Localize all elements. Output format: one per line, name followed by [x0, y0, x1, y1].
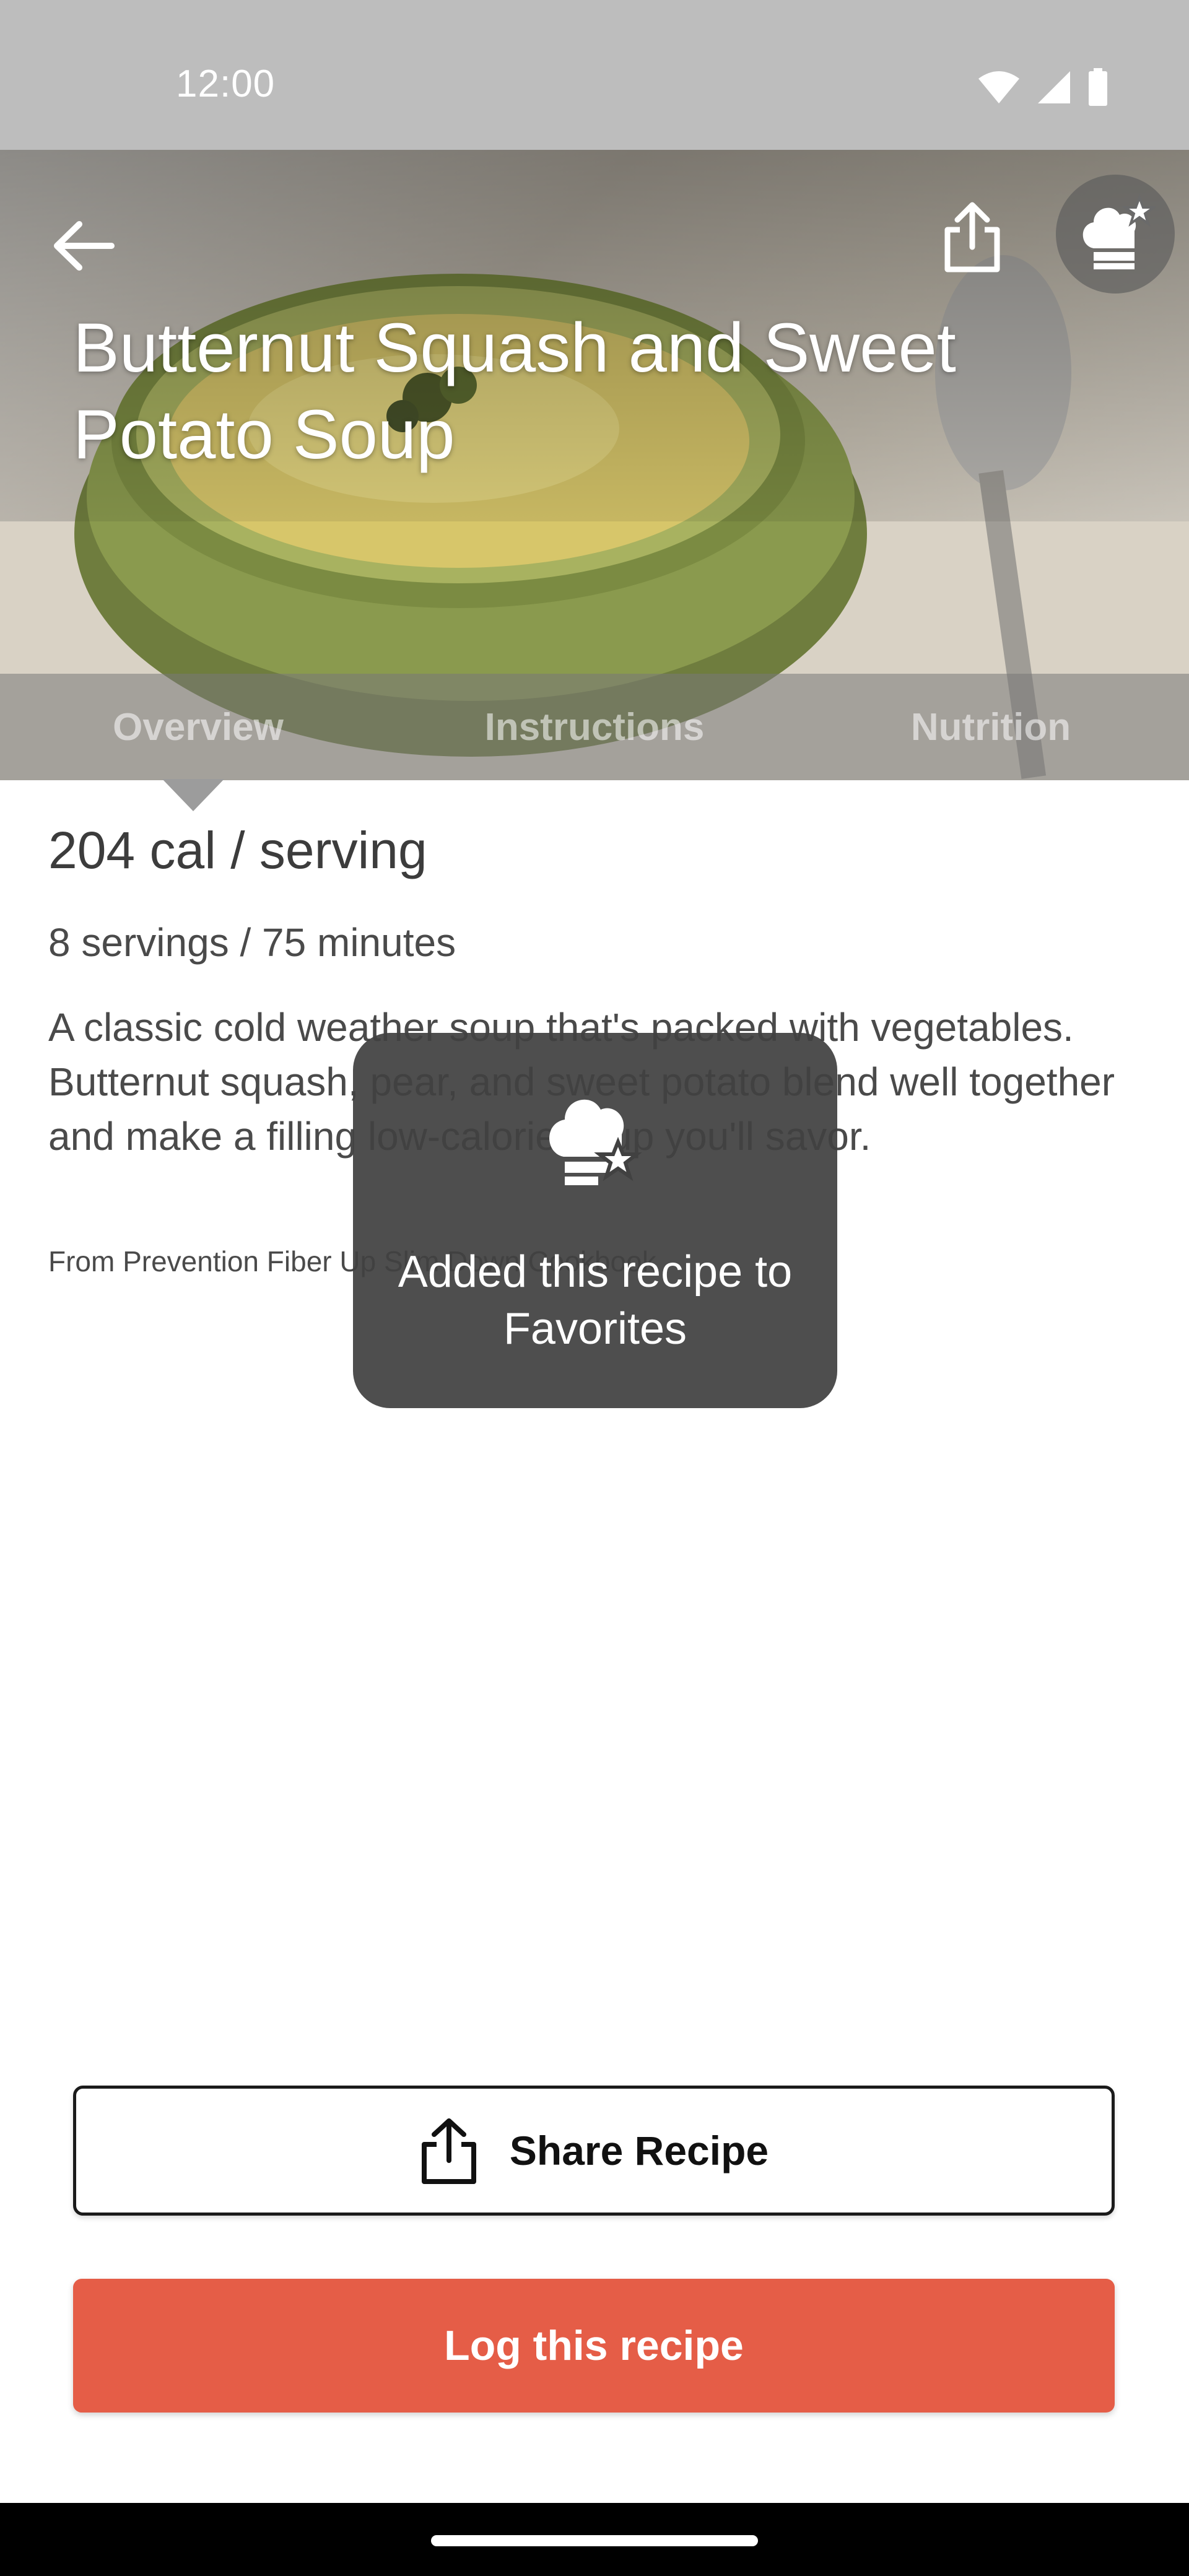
- toast-message: Added this recipe to Favorites: [398, 1247, 793, 1354]
- cellular-icon: [1038, 71, 1070, 103]
- recipe-screen: 12:00 Butternut Squash and Sweet Potato …: [0, 0, 1189, 2576]
- favorite-chef-hat-icon: [1082, 194, 1156, 269]
- tab-bar: Overview Instructions Nutrition: [0, 674, 1189, 780]
- header-share-button[interactable]: [929, 193, 1016, 280]
- battery-icon: [1089, 68, 1107, 106]
- system-nav-bar: [0, 2503, 1189, 2576]
- recipe-title: Butternut Squash and Sweet Potato Soup: [73, 309, 956, 473]
- home-gesture-handle[interactable]: [431, 2535, 758, 2546]
- log-recipe-label: Log this recipe: [444, 2322, 744, 2369]
- favorite-button[interactable]: [1056, 175, 1175, 294]
- chef-hat-star-icon: [549, 1099, 642, 1185]
- back-arrow-icon: [54, 221, 115, 271]
- tab-overview[interactable]: Overview: [0, 674, 396, 780]
- share-recipe-label: Share Recipe: [509, 2128, 769, 2174]
- share-icon: [421, 2118, 476, 2184]
- favorites-toast: Added this recipe to Favorites: [353, 1033, 837, 1408]
- log-recipe-button[interactable]: Log this recipe: [73, 2279, 1115, 2413]
- share-recipe-button[interactable]: Share Recipe: [73, 2086, 1115, 2216]
- status-bar: 12:00: [0, 0, 1189, 150]
- back-button[interactable]: [43, 206, 124, 286]
- calories-per-serving: 204 cal / serving: [48, 821, 427, 879]
- servings-and-time: 8 servings / 75 minutes: [48, 920, 456, 965]
- share-icon: [944, 202, 1000, 272]
- tab-instructions[interactable]: Instructions: [396, 674, 793, 780]
- tab-nutrition[interactable]: Nutrition: [793, 674, 1189, 780]
- wifi-icon: [978, 71, 1019, 103]
- status-time: 12:00: [176, 63, 276, 105]
- status-icons: [977, 68, 1108, 107]
- selected-tab-indicator: [162, 779, 224, 811]
